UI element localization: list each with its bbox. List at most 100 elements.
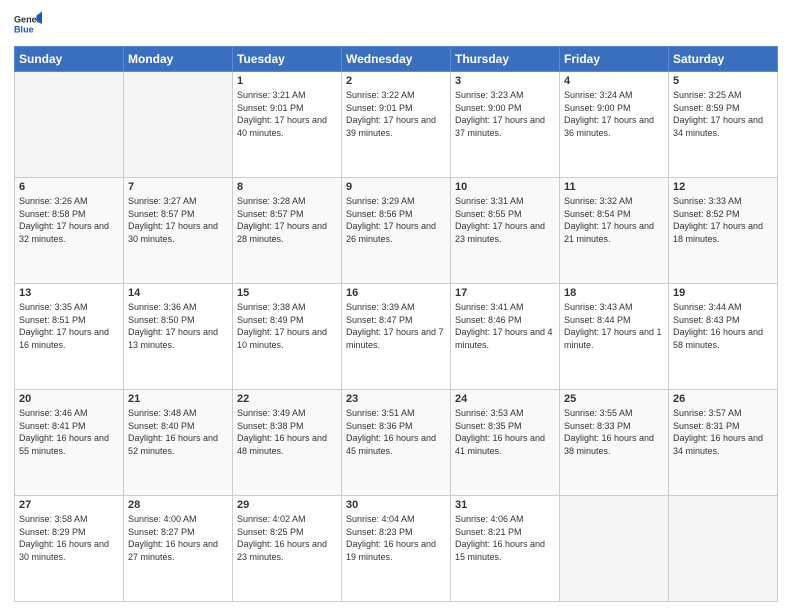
weekday-header-friday: Friday	[560, 47, 669, 72]
day-number: 25	[564, 393, 664, 405]
calendar-week-row: 6 Sunrise: 3:26 AMSunset: 8:58 PMDaylight…	[15, 178, 778, 284]
calendar-cell: 21Sunrise: 3:48 AMSunset: 8:40 PMDayligh…	[124, 390, 233, 496]
day-info: Sunrise: 3:58 AMSunset: 8:29 PMDaylight:…	[19, 513, 119, 563]
day-number: 23	[346, 393, 446, 405]
calendar-cell: 9Sunrise: 3:29 AMSunset: 8:56 PMDaylight…	[342, 178, 451, 284]
day-info: Sunrise: 3:25 AMSunset: 8:59 PMDaylight:…	[673, 89, 773, 139]
calendar-week-row: 13Sunrise: 3:35 AMSunset: 8:51 PMDayligh…	[15, 284, 778, 390]
day-info: Sunrise: 3:46 AMSunset: 8:41 PMDaylight:…	[19, 407, 119, 457]
calendar-week-row: 1 Sunrise: 3:21 AMSunset: 9:01 PMDaylight…	[15, 72, 778, 178]
calendar-cell: 22 Sunrise: 3:49 AMSunset: 8:38 PMDayligh…	[233, 390, 342, 496]
calendar-cell: 25 Sunrise: 3:55 AMSunset: 8:33 PMDayligh…	[560, 390, 669, 496]
calendar-cell: 24Sunrise: 3:53 AMSunset: 8:35 PMDayligh…	[451, 390, 560, 496]
calendar-cell: 28Sunrise: 4:00 AMSunset: 8:27 PMDayligh…	[124, 496, 233, 602]
day-info: Sunrise: 3:22 AMSunset: 9:01 PMDaylight:…	[346, 89, 446, 139]
day-info: Sunrise: 3:21 AMSunset: 9:01 PMDaylight:…	[237, 89, 337, 139]
calendar-cell: 20 Sunrise: 3:46 AMSunset: 8:41 PMDayligh…	[15, 390, 124, 496]
day-number: 15	[237, 287, 337, 299]
day-number: 8	[237, 181, 337, 193]
weekday-header-monday: Monday	[124, 47, 233, 72]
weekday-header-row: SundayMondayTuesdayWednesdayThursdayFrid…	[15, 47, 778, 72]
day-number: 9	[346, 181, 446, 193]
calendar-week-row: 20 Sunrise: 3:46 AMSunset: 8:41 PMDayligh…	[15, 390, 778, 496]
calendar-cell: 1 Sunrise: 3:21 AMSunset: 9:01 PMDaylight…	[233, 72, 342, 178]
day-info: Sunrise: 3:41 AMSunset: 8:46 PMDaylight:…	[455, 301, 555, 351]
day-info: Sunrise: 3:33 AMSunset: 8:52 PMDaylight:…	[673, 195, 773, 245]
calendar-cell: 15 Sunrise: 3:38 AMSunset: 8:49 PMDayligh…	[233, 284, 342, 390]
calendar-cell: 11 Sunrise: 3:32 AMSunset: 8:54 PMDayligh…	[560, 178, 669, 284]
calendar-cell	[669, 496, 778, 602]
day-number: 12	[673, 181, 773, 193]
calendar-cell	[124, 72, 233, 178]
calendar-cell: 26 Sunrise: 3:57 AMSunset: 8:31 PMDayligh…	[669, 390, 778, 496]
day-info: Sunrise: 3:35 AMSunset: 8:51 PMDaylight:…	[19, 301, 119, 351]
day-number: 4	[564, 75, 664, 87]
calendar-cell	[560, 496, 669, 602]
svg-text:Blue: Blue	[14, 24, 34, 34]
day-number: 2	[346, 75, 446, 87]
calendar-cell: 18 Sunrise: 3:43 AMSunset: 8:44 PMDayligh…	[560, 284, 669, 390]
calendar-cell: 6 Sunrise: 3:26 AMSunset: 8:58 PMDaylight…	[15, 178, 124, 284]
generalblue-logo-icon: General Blue	[14, 10, 42, 38]
calendar-cell: 4 Sunrise: 3:24 AMSunset: 9:00 PMDaylight…	[560, 72, 669, 178]
day-info: Sunrise: 4:04 AMSunset: 8:23 PMDaylight:…	[346, 513, 446, 563]
day-number: 31	[455, 499, 555, 511]
day-number: 16	[346, 287, 446, 299]
day-info: Sunrise: 3:27 AMSunset: 8:57 PMDaylight:…	[128, 195, 228, 245]
calendar-cell: 23 Sunrise: 3:51 AMSunset: 8:36 PMDayligh…	[342, 390, 451, 496]
calendar-cell	[15, 72, 124, 178]
calendar-cell: 29 Sunrise: 4:02 AMSunset: 8:25 PMDayligh…	[233, 496, 342, 602]
day-info: Sunrise: 3:31 AMSunset: 8:55 PMDaylight:…	[455, 195, 555, 245]
logo: General Blue	[14, 10, 42, 38]
day-number: 17	[455, 287, 555, 299]
calendar-week-row: 27 Sunrise: 3:58 AMSunset: 8:29 PMDayligh…	[15, 496, 778, 602]
page: General Blue SundayMondayTuesdayWednesda…	[0, 0, 792, 612]
weekday-header-wednesday: Wednesday	[342, 47, 451, 72]
calendar-cell: 2 Sunrise: 3:22 AMSunset: 9:01 PMDaylight…	[342, 72, 451, 178]
day-number: 19	[673, 287, 773, 299]
day-number: 20	[19, 393, 119, 405]
weekday-header-saturday: Saturday	[669, 47, 778, 72]
day-info: Sunrise: 3:23 AMSunset: 9:00 PMDaylight:…	[455, 89, 555, 139]
calendar-cell: 30Sunrise: 4:04 AMSunset: 8:23 PMDayligh…	[342, 496, 451, 602]
day-info: Sunrise: 3:44 AMSunset: 8:43 PMDaylight:…	[673, 301, 773, 351]
day-info: Sunrise: 4:00 AMSunset: 8:27 PMDaylight:…	[128, 513, 228, 563]
calendar-table: SundayMondayTuesdayWednesdayThursdayFrid…	[14, 46, 778, 602]
day-number: 11	[564, 181, 664, 193]
day-info: Sunrise: 4:06 AMSunset: 8:21 PMDaylight:…	[455, 513, 555, 563]
day-info: Sunrise: 3:55 AMSunset: 8:33 PMDaylight:…	[564, 407, 664, 457]
day-info: Sunrise: 3:57 AMSunset: 8:31 PMDaylight:…	[673, 407, 773, 457]
day-info: Sunrise: 3:43 AMSunset: 8:44 PMDaylight:…	[564, 301, 664, 351]
day-number: 5	[673, 75, 773, 87]
day-number: 27	[19, 499, 119, 511]
day-info: Sunrise: 3:51 AMSunset: 8:36 PMDaylight:…	[346, 407, 446, 457]
calendar-cell: 12 Sunrise: 3:33 AMSunset: 8:52 PMDayligh…	[669, 178, 778, 284]
calendar-cell: 7 Sunrise: 3:27 AMSunset: 8:57 PMDaylight…	[124, 178, 233, 284]
day-number: 10	[455, 181, 555, 193]
day-info: Sunrise: 3:28 AMSunset: 8:57 PMDaylight:…	[237, 195, 337, 245]
day-info: Sunrise: 3:24 AMSunset: 9:00 PMDaylight:…	[564, 89, 664, 139]
calendar-cell: 5 Sunrise: 3:25 AMSunset: 8:59 PMDaylight…	[669, 72, 778, 178]
calendar-cell: 16Sunrise: 3:39 AMSunset: 8:47 PMDayligh…	[342, 284, 451, 390]
day-number: 22	[237, 393, 337, 405]
weekday-header-tuesday: Tuesday	[233, 47, 342, 72]
weekday-header-thursday: Thursday	[451, 47, 560, 72]
calendar-cell: 8 Sunrise: 3:28 AMSunset: 8:57 PMDaylight…	[233, 178, 342, 284]
day-info: Sunrise: 3:53 AMSunset: 8:35 PMDaylight:…	[455, 407, 555, 457]
day-info: Sunrise: 3:38 AMSunset: 8:49 PMDaylight:…	[237, 301, 337, 351]
calendar-cell: 14Sunrise: 3:36 AMSunset: 8:50 PMDayligh…	[124, 284, 233, 390]
calendar-cell: 10 Sunrise: 3:31 AMSunset: 8:55 PMDayligh…	[451, 178, 560, 284]
day-number: 1	[237, 75, 337, 87]
day-number: 14	[128, 287, 228, 299]
day-number: 6	[19, 181, 119, 193]
day-info: Sunrise: 3:26 AMSunset: 8:58 PMDaylight:…	[19, 195, 119, 245]
day-number: 26	[673, 393, 773, 405]
day-number: 29	[237, 499, 337, 511]
day-info: Sunrise: 4:02 AMSunset: 8:25 PMDaylight:…	[237, 513, 337, 563]
day-info: Sunrise: 3:49 AMSunset: 8:38 PMDaylight:…	[237, 407, 337, 457]
day-number: 7	[128, 181, 228, 193]
header: General Blue	[14, 10, 778, 38]
day-number: 18	[564, 287, 664, 299]
day-info: Sunrise: 3:32 AMSunset: 8:54 PMDaylight:…	[564, 195, 664, 245]
calendar-cell: 19 Sunrise: 3:44 AMSunset: 8:43 PMDayligh…	[669, 284, 778, 390]
